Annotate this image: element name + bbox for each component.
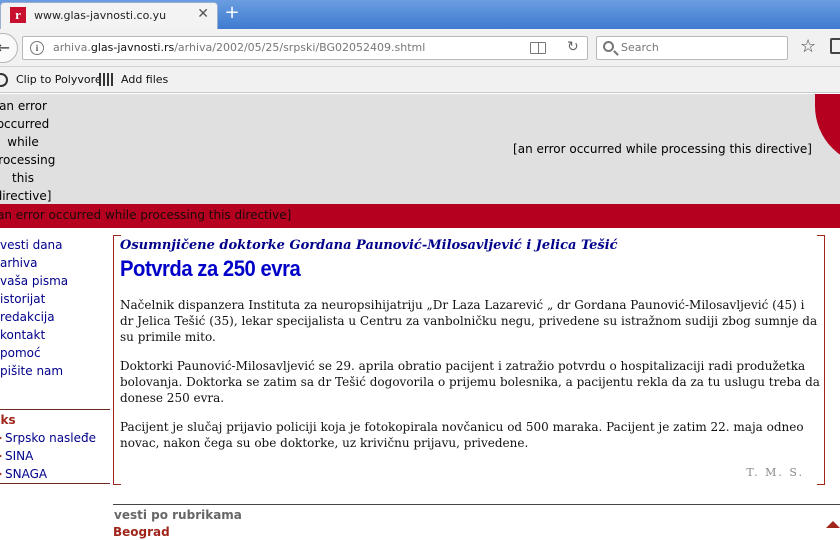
- article-corner-br: [817, 484, 825, 485]
- back-button[interactable]: ←: [0, 33, 18, 63]
- scroll-top-arrow-icon[interactable]: [826, 521, 840, 528]
- site-info-icon[interactable]: i: [30, 41, 44, 55]
- rubric-beograd[interactable]: Beograd: [113, 525, 170, 539]
- new-tab-button[interactable]: +: [222, 3, 242, 23]
- rubrics-divider: [113, 504, 840, 505]
- nav-item-redakcija[interactable]: redakcija: [0, 308, 110, 326]
- header-red-bar: an error occurred while processing this …: [0, 204, 840, 228]
- site-header: an error occurred while processing this …: [0, 94, 840, 204]
- article-paragraph: Načelnik dispanzera Instituta za neurops…: [120, 298, 818, 344]
- polyvore-icon: [0, 73, 8, 87]
- navigation-toolbar: ← i arhiva.glas-javnosti.rs/arhiva/2002/…: [0, 29, 840, 67]
- nav-item-pisite-nam[interactable]: pišite nam: [0, 362, 110, 380]
- search-icon: [603, 41, 614, 52]
- nav-item-pomoc[interactable]: pomoć: [0, 344, 110, 362]
- reader-view-icon[interactable]: [530, 42, 546, 54]
- article-box: Osumnjičene doktorke Gordana Paunović-Mi…: [113, 235, 825, 485]
- bookmark-add-files[interactable]: Add files: [121, 73, 168, 86]
- url-text[interactable]: arhiva.glas-javnosti.rs/arhiva/2002/05/2…: [53, 41, 425, 54]
- close-tab-icon[interactable]: ✕: [197, 6, 209, 22]
- tab-title: www.glas-javnosti.co.yu: [34, 9, 167, 22]
- bookmarks-toolbar: Clip to Polyvore Add files: [0, 67, 840, 93]
- nav-item-kontakt[interactable]: kontakt: [0, 326, 110, 344]
- article-signature: T. M. S.: [746, 466, 804, 479]
- tab-bar: r www.glas-javnosti.co.yu ✕ +: [0, 0, 840, 29]
- left-navigation: vesti dana arhiva vaša pisma istorijat r…: [0, 236, 110, 380]
- url-domain: glas-javnosti.rs: [90, 41, 175, 54]
- links-divider: [0, 483, 110, 484]
- search-bar[interactable]: Search: [596, 36, 788, 60]
- bookmark-star-icon[interactable]: ☆: [800, 36, 816, 57]
- nav-item-arhiva[interactable]: arhiva: [0, 254, 110, 272]
- nav-item-istorijat[interactable]: istorijat: [0, 290, 110, 308]
- header-right-error: [an error occurred while processing this…: [513, 142, 812, 156]
- article-kicker: Osumnjičene doktorke Gordana Paunović-Mi…: [120, 238, 618, 253]
- nav-item-vasa-pisma[interactable]: vaša pisma: [0, 272, 110, 290]
- nav-divider: [0, 409, 110, 410]
- links-heading: nks: [0, 413, 16, 427]
- library-icon[interactable]: [830, 38, 840, 54]
- article-corner-bl: [113, 484, 121, 485]
- header-logo-shape: [815, 94, 840, 166]
- link-snaga[interactable]: SNAGA: [0, 467, 47, 481]
- link-sina[interactable]: SINA: [0, 449, 33, 463]
- red-bar-error: an error occurred while processing this …: [0, 208, 292, 222]
- article-headline: Potvrda za 250 evra: [120, 256, 301, 281]
- site-favicon-icon: r: [10, 7, 26, 23]
- bookmark-clip-to-polyvore[interactable]: Clip to Polyvore: [16, 73, 102, 86]
- browser-tab[interactable]: r www.glas-javnosti.co.yu ✕: [0, 2, 218, 29]
- reload-icon[interactable]: ↻: [567, 39, 579, 55]
- url-path: /arhiva/2002/05/25/srpski/BG02052409.sht…: [174, 41, 426, 54]
- search-placeholder: Search: [621, 41, 659, 54]
- barcode-icon: [99, 73, 115, 86]
- link-srpsko-nasledje[interactable]: Srpsko nasleđe: [0, 431, 96, 445]
- url-subdomain: arhiva.: [53, 41, 91, 54]
- article-paragraph: Doktorki Paunović-Milosavljević se 29. a…: [120, 359, 820, 405]
- nav-item-vesti-dana[interactable]: vesti dana: [0, 236, 110, 254]
- article-paragraph: Pacijent je slučaj prijavio policiji koj…: [120, 420, 804, 450]
- header-left-error: an error occurred while processing this …: [0, 99, 56, 203]
- address-bar[interactable]: i arhiva.glas-javnosti.rs/arhiva/2002/05…: [22, 36, 588, 60]
- rubrics-label: vesti po rubrikama: [114, 508, 242, 522]
